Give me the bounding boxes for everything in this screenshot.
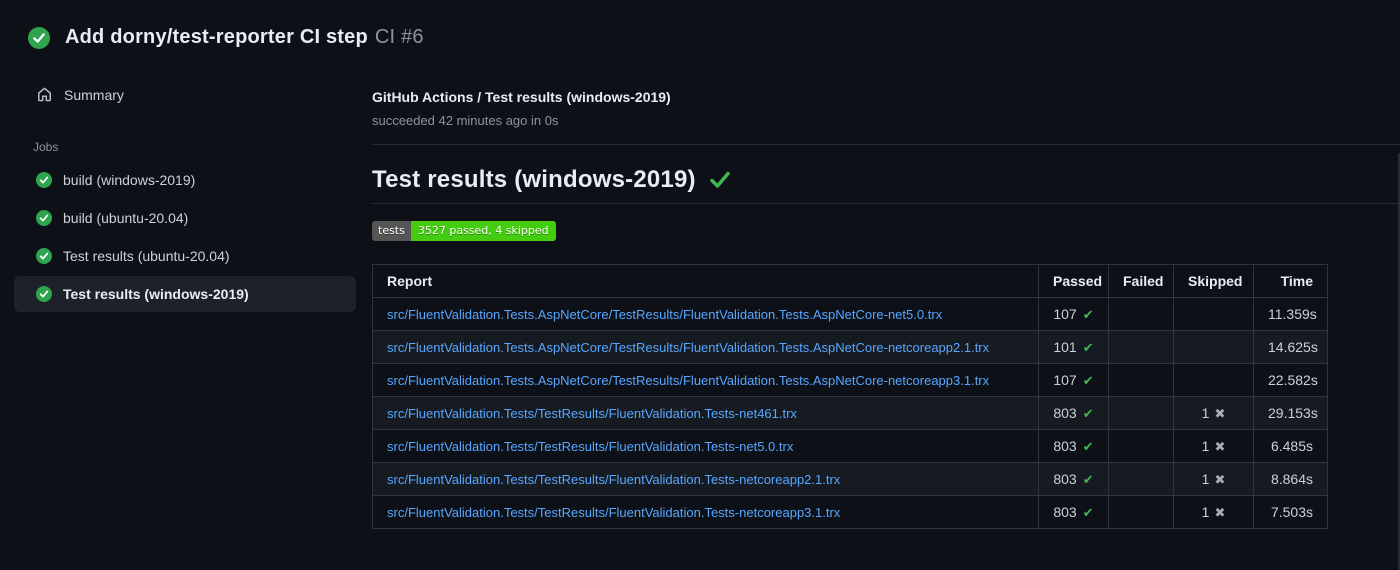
time-cell: 11.359s — [1253, 297, 1328, 331]
tests-badge[interactable]: tests 3527 passed, 4 skipped — [372, 221, 556, 241]
skipped-cell — [1173, 330, 1254, 364]
passed-cell: 803 ✔ — [1038, 429, 1109, 463]
sidebar-item-summary[interactable]: Summary — [36, 86, 124, 103]
job-label: build (ubuntu-20.04) — [63, 210, 189, 226]
page-title: Add dorny/test-reporter CI step CI #6 — [65, 26, 424, 49]
success-check-icon — [36, 248, 52, 264]
sidebar-job-item-2[interactable]: Test results (ubuntu-20.04) — [14, 238, 356, 274]
success-check-icon — [36, 210, 52, 226]
report-link[interactable]: src/FluentValidation.Tests.AspNetCore/Te… — [387, 373, 989, 388]
skipped-cell — [1173, 363, 1254, 397]
passed-cell: 803 ✔ — [1038, 462, 1109, 496]
table-row: src/FluentValidation.Tests/TestResults/F… — [372, 396, 1328, 430]
skipped-cell — [1173, 297, 1254, 331]
passed-check-icon: ✔ — [1082, 372, 1094, 388]
passed-cell: 803 ✔ — [1038, 495, 1109, 529]
failed-cell — [1108, 429, 1174, 463]
test-results-table: Report Passed Failed Skipped Time src/Fluent… — [372, 264, 1328, 529]
sidebar: Summary Jobs build (windows-2019) build (… — [0, 49, 372, 314]
breadcrumb: GitHub Actions / Test results (windows-2… — [372, 89, 671, 105]
passed-cell: 803 ✔ — [1038, 396, 1109, 430]
failed-cell — [1108, 297, 1174, 331]
sidebar-job-item-3[interactable]: Test results (windows-2019) — [14, 276, 356, 312]
table-row: src/FluentValidation.Tests/TestResults/F… — [372, 495, 1328, 529]
check-icon — [710, 171, 730, 188]
time-cell: 6.485s — [1253, 429, 1328, 463]
badge-value: 3527 passed, 4 skipped — [410, 221, 556, 241]
column-header-time: Time — [1253, 264, 1328, 298]
skipped-x-icon: ✖ — [1214, 438, 1226, 454]
job-label: build (windows-2019) — [63, 172, 196, 188]
run-header: Add dorny/test-reporter CI step CI #6 — [0, 0, 1400, 49]
passed-check-icon: ✔ — [1082, 405, 1094, 421]
passed-cell: 107 ✔ — [1038, 297, 1109, 331]
table-row: src/FluentValidation.Tests/TestResults/F… — [372, 429, 1328, 463]
failed-cell — [1108, 462, 1174, 496]
failed-cell — [1108, 396, 1174, 430]
passed-cell: 107 ✔ — [1038, 363, 1109, 397]
failed-cell — [1108, 330, 1174, 364]
report-link[interactable]: src/FluentValidation.Tests/TestResults/F… — [387, 406, 797, 421]
jobs-list: build (windows-2019) build (ubuntu-20.04)… — [0, 162, 372, 312]
failed-cell — [1108, 495, 1174, 529]
section-heading: Test results (windows-2019) — [372, 166, 1400, 194]
skipped-x-icon: ✖ — [1214, 504, 1226, 520]
table-row: src/FluentValidation.Tests.AspNetCore/Te… — [372, 297, 1328, 331]
sidebar-job-item-0[interactable]: build (windows-2019) — [14, 162, 356, 198]
column-header-passed: Passed — [1038, 264, 1109, 298]
divider — [372, 203, 1400, 204]
status-line: succeeded 42 minutes ago in 0s — [372, 113, 559, 128]
section-title: Test results (windows-2019) — [372, 166, 696, 193]
main-content: GitHub Actions / Test results (windows-2… — [372, 49, 1400, 529]
skipped-cell: 1 ✖ — [1173, 396, 1254, 430]
skipped-cell: 1 ✖ — [1173, 429, 1254, 463]
success-check-icon — [28, 26, 50, 49]
table-row: src/FluentValidation.Tests/TestResults/F… — [372, 462, 1328, 496]
time-cell: 14.625s — [1253, 330, 1328, 364]
home-icon — [38, 87, 51, 102]
passed-check-icon: ✔ — [1082, 471, 1094, 487]
badge-label: tests — [372, 221, 411, 241]
report-link[interactable]: src/FluentValidation.Tests/TestResults/F… — [387, 472, 840, 487]
job-label: Test results (ubuntu-20.04) — [63, 248, 230, 264]
report-link[interactable]: src/FluentValidation.Tests.AspNetCore/Te… — [387, 340, 989, 355]
report-link[interactable]: src/FluentValidation.Tests.AspNetCore/Te… — [387, 307, 942, 322]
skipped-cell: 1 ✖ — [1173, 462, 1254, 496]
passed-cell: 101 ✔ — [1038, 330, 1109, 364]
passed-check-icon: ✔ — [1082, 438, 1094, 454]
time-cell: 22.582s — [1253, 363, 1328, 397]
report-link[interactable]: src/FluentValidation.Tests/TestResults/F… — [387, 439, 793, 454]
skipped-x-icon: ✖ — [1214, 405, 1226, 421]
table-row: src/FluentValidation.Tests.AspNetCore/Te… — [372, 330, 1328, 364]
time-cell: 7.503s — [1253, 495, 1328, 529]
divider — [372, 144, 1400, 145]
skipped-x-icon: ✖ — [1214, 471, 1226, 487]
sidebar-job-item-1[interactable]: build (ubuntu-20.04) — [14, 200, 356, 236]
column-header-skipped: Skipped — [1173, 264, 1254, 298]
time-cell: 8.864s — [1253, 462, 1328, 496]
jobs-section-label: Jobs — [33, 140, 59, 154]
sidebar-summary-label: Summary — [64, 86, 124, 103]
table-header-row: Report Passed Failed Skipped Time — [372, 264, 1328, 298]
passed-check-icon: ✔ — [1082, 339, 1094, 355]
run-number: CI #6 — [374, 26, 424, 48]
column-header-report: Report — [372, 264, 1039, 298]
time-cell: 29.153s — [1253, 396, 1328, 430]
passed-check-icon: ✔ — [1082, 504, 1094, 520]
table-row: src/FluentValidation.Tests.AspNetCore/Te… — [372, 363, 1328, 397]
job-label: Test results (windows-2019) — [63, 286, 249, 302]
success-check-icon — [36, 286, 52, 302]
success-check-icon — [36, 172, 52, 188]
failed-cell — [1108, 363, 1174, 397]
skipped-cell: 1 ✖ — [1173, 495, 1254, 529]
passed-check-icon: ✔ — [1082, 306, 1094, 322]
column-header-failed: Failed — [1108, 264, 1174, 298]
report-link[interactable]: src/FluentValidation.Tests/TestResults/F… — [387, 505, 840, 520]
run-title: Add dorny/test-reporter CI step — [65, 26, 368, 48]
